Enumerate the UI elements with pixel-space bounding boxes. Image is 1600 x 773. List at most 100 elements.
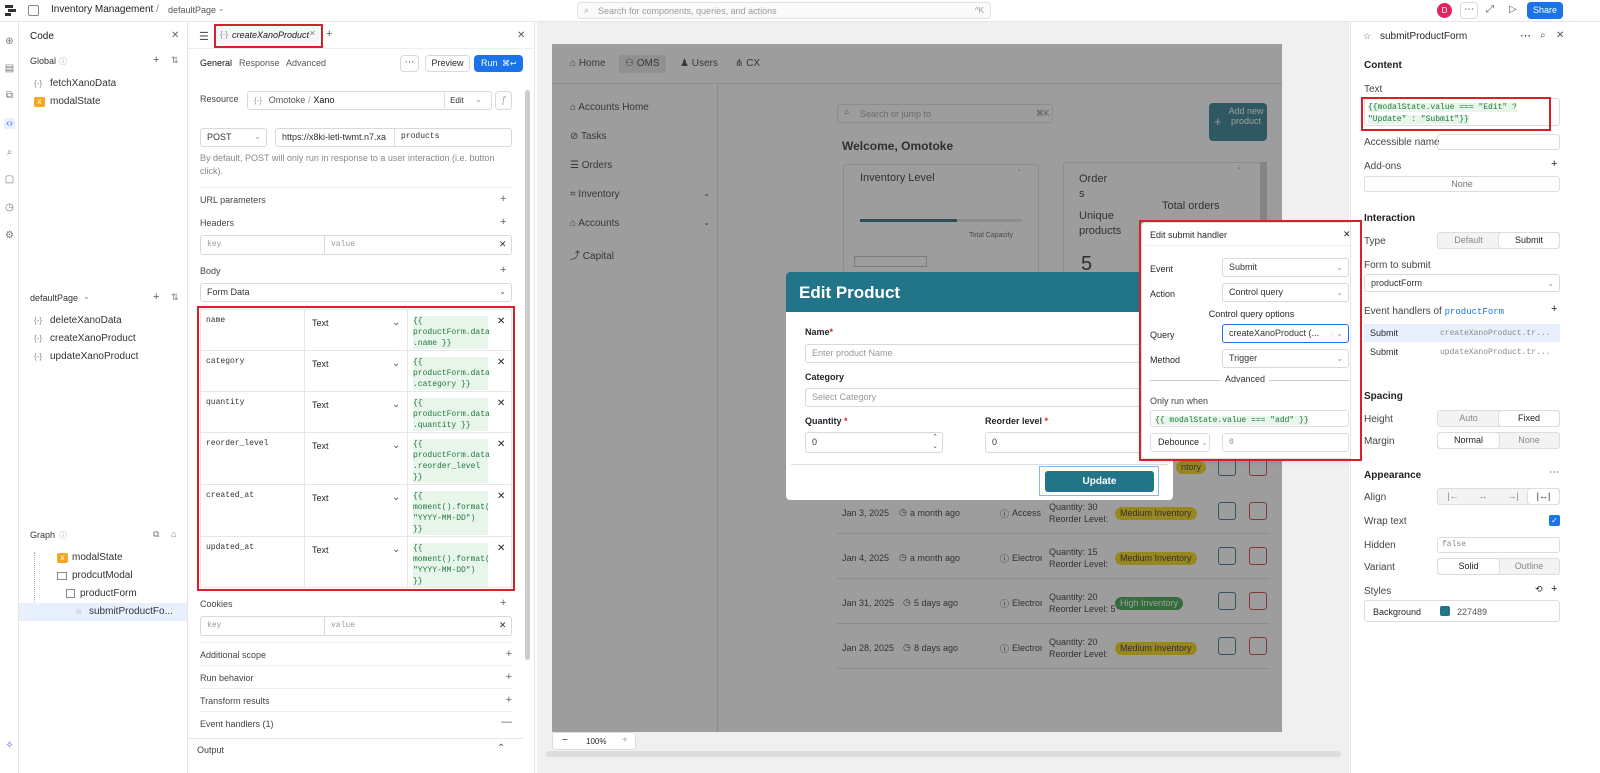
url-input[interactable]: https://x8ki-letl-twmt.n7.xa products	[275, 128, 512, 147]
graph-item-submitproductform[interactable]: ☆ submitProductFo...	[19, 603, 187, 621]
avatar[interactable]: D	[1437, 3, 1452, 18]
header-value-input[interactable]: value ✕	[324, 235, 512, 255]
variant-outline[interactable]: Outline	[1499, 559, 1559, 574]
more-icon[interactable]: ⋯	[1549, 467, 1559, 478]
state-icon[interactable]: ▢	[4, 174, 15, 185]
chevron-down-icon[interactable]: ⌄	[475, 92, 482, 108]
search-rail-icon[interactable]: ⌕	[4, 147, 15, 158]
pages-icon[interactable]: ▤	[4, 63, 15, 74]
tab-general[interactable]: General	[200, 58, 232, 68]
zoom-in-icon[interactable]: +	[622, 735, 628, 746]
height-auto[interactable]: Auto	[1438, 411, 1499, 426]
lock-icon[interactable]: ⌂	[171, 529, 176, 539]
clear-icon[interactable]: ✕	[499, 617, 506, 635]
wrap-checkbox[interactable]: ✓	[1549, 515, 1560, 526]
body-type-select[interactable]: Form Data ⌄	[200, 283, 512, 302]
variant-solid[interactable]: Solid	[1438, 559, 1499, 574]
align-stretch-icon[interactable]: |↔|	[1528, 489, 1559, 504]
height-fixed[interactable]: Fixed	[1499, 411, 1559, 426]
margin-none[interactable]: None	[1499, 433, 1559, 448]
add-icon[interactable]: +	[1551, 583, 1557, 595]
graph-item-modalstate[interactable]: x modalState	[19, 549, 187, 567]
add-icon[interactable]: +	[500, 193, 506, 205]
background-row[interactable]: Background 227489	[1364, 600, 1560, 622]
clear-icon[interactable]: ✕	[499, 236, 506, 254]
quantity-stepper[interactable]: 0 ⌃ ⌄	[805, 432, 943, 453]
add-icon[interactable]: +	[500, 264, 506, 276]
add-icon[interactable]: +	[1551, 158, 1557, 170]
page-item-createxanoproduct[interactable]: {-} createXanoProduct	[19, 330, 187, 348]
graph-item-prodcutmodal[interactable]: prodcutModal	[19, 567, 187, 585]
tab-advanced[interactable]: Advanced	[286, 58, 326, 68]
output-bar[interactable]: Output ⌃	[188, 738, 523, 773]
align-right-icon[interactable]: →|	[1498, 489, 1528, 504]
panel-toggle-icon[interactable]	[28, 5, 39, 16]
headers-label[interactable]: Headers	[200, 218, 234, 228]
inspector-title[interactable]: submitProductForm	[1380, 31, 1467, 42]
zoom-level[interactable]: 100%	[586, 737, 606, 746]
align-left-icon[interactable]: |←	[1438, 489, 1468, 504]
graph-item-productform[interactable]: productForm	[19, 585, 187, 603]
settings-icon[interactable]: ⚙	[4, 230, 15, 241]
resource-selector[interactable]: {-} Omotoke / Xano Edit ⌄	[247, 91, 492, 110]
play-icon[interactable]: ▷	[1509, 4, 1517, 15]
tab-response[interactable]: Response	[239, 58, 280, 68]
add-global-icon[interactable]: +	[153, 54, 159, 66]
retool-logo-icon[interactable]	[5, 5, 16, 16]
close-icon[interactable]: ✕	[1556, 30, 1564, 41]
global-item-fetchxanodata[interactable]: {-} fetchXanoData	[19, 75, 187, 93]
edit-resource-button[interactable]: Edit	[444, 93, 469, 108]
run-button[interactable]: Run ⌘↩	[474, 55, 523, 72]
page-item-deletexanodata[interactable]: {-} deleteXanoData	[19, 312, 187, 330]
search-icon[interactable]: ⌕	[1540, 30, 1546, 41]
graph-layout-icon[interactable]: ⧉	[153, 529, 159, 540]
url-params-label[interactable]: URL parameters	[200, 195, 266, 205]
name-input[interactable]: Enter product Name	[805, 344, 1165, 363]
add-icon[interactable]: +	[500, 597, 506, 609]
scrollbar[interactable]	[525, 90, 530, 660]
accessible-input[interactable]	[1437, 134, 1560, 150]
path-value[interactable]: products	[394, 129, 439, 146]
global-item-modalstate[interactable]: x modalState	[19, 93, 187, 111]
margin-normal[interactable]: Normal	[1438, 433, 1499, 448]
reorder-input[interactable]: 0	[985, 432, 1165, 453]
more-options-icon[interactable]: ⋯	[400, 55, 419, 72]
type-default[interactable]: Default	[1438, 233, 1499, 248]
expand-icon[interactable]: ⤢	[1486, 4, 1494, 15]
add-icon[interactable]: ⊕	[4, 36, 15, 47]
type-submit[interactable]: Submit	[1499, 233, 1559, 248]
chevron-down-icon[interactable]: ⌄	[218, 4, 225, 13]
close-icon[interactable]: ✕	[171, 30, 179, 41]
history-icon[interactable]: ◷	[4, 202, 15, 213]
preview-button[interactable]: Preview	[425, 55, 470, 72]
zoom-out-icon[interactable]: −	[562, 735, 568, 746]
add-icon[interactable]: +	[500, 216, 506, 228]
share-button[interactable]: Share	[1527, 2, 1563, 19]
components-icon[interactable]: ⧉	[4, 90, 15, 101]
addons-value[interactable]: None	[1364, 176, 1560, 192]
section-event-handlers[interactable]: Event handlers (1) —	[200, 711, 512, 734]
more-icon[interactable]: ⋯	[1520, 29, 1531, 42]
chevron-down-icon[interactable]: ⌄	[83, 292, 90, 301]
method-select[interactable]: POST ⌄	[200, 128, 267, 147]
page-selector[interactable]: defaultPage	[168, 5, 216, 15]
stepper-arrows-icon[interactable]: ⌃ ⌄	[932, 433, 938, 451]
hidden-input[interactable]: false	[1437, 537, 1560, 553]
sort-icon[interactable]: ⇅	[171, 292, 179, 303]
section-transform-results[interactable]: Transform results +	[200, 688, 512, 711]
category-select[interactable]: Select Category	[805, 388, 1165, 407]
section-run-behavior[interactable]: Run behavior +	[200, 665, 512, 688]
reset-icon[interactable]: ⟲	[1535, 584, 1543, 595]
handler-row[interactable]: Submit createXanoProduct.tr...	[1364, 324, 1560, 342]
sort-icon[interactable]: ⇅	[171, 55, 179, 66]
add-icon[interactable]: +	[1551, 303, 1557, 315]
section-additional-scope[interactable]: Additional scope +	[200, 642, 512, 665]
cookie-value-input[interactable]: value ✕	[324, 616, 512, 636]
function-icon[interactable]: ƒ	[495, 91, 512, 110]
global-search[interactable]: ⌕ Search for components, queries, and ac…	[577, 2, 991, 19]
align-center-icon[interactable]: ↔	[1468, 489, 1498, 504]
cookie-key-input[interactable]: key	[200, 616, 325, 636]
more-menu-icon[interactable]: ⋯	[1460, 2, 1478, 19]
assist-icon[interactable]: ✧	[4, 740, 15, 751]
form-select[interactable]: productForm ⌄	[1364, 274, 1560, 292]
